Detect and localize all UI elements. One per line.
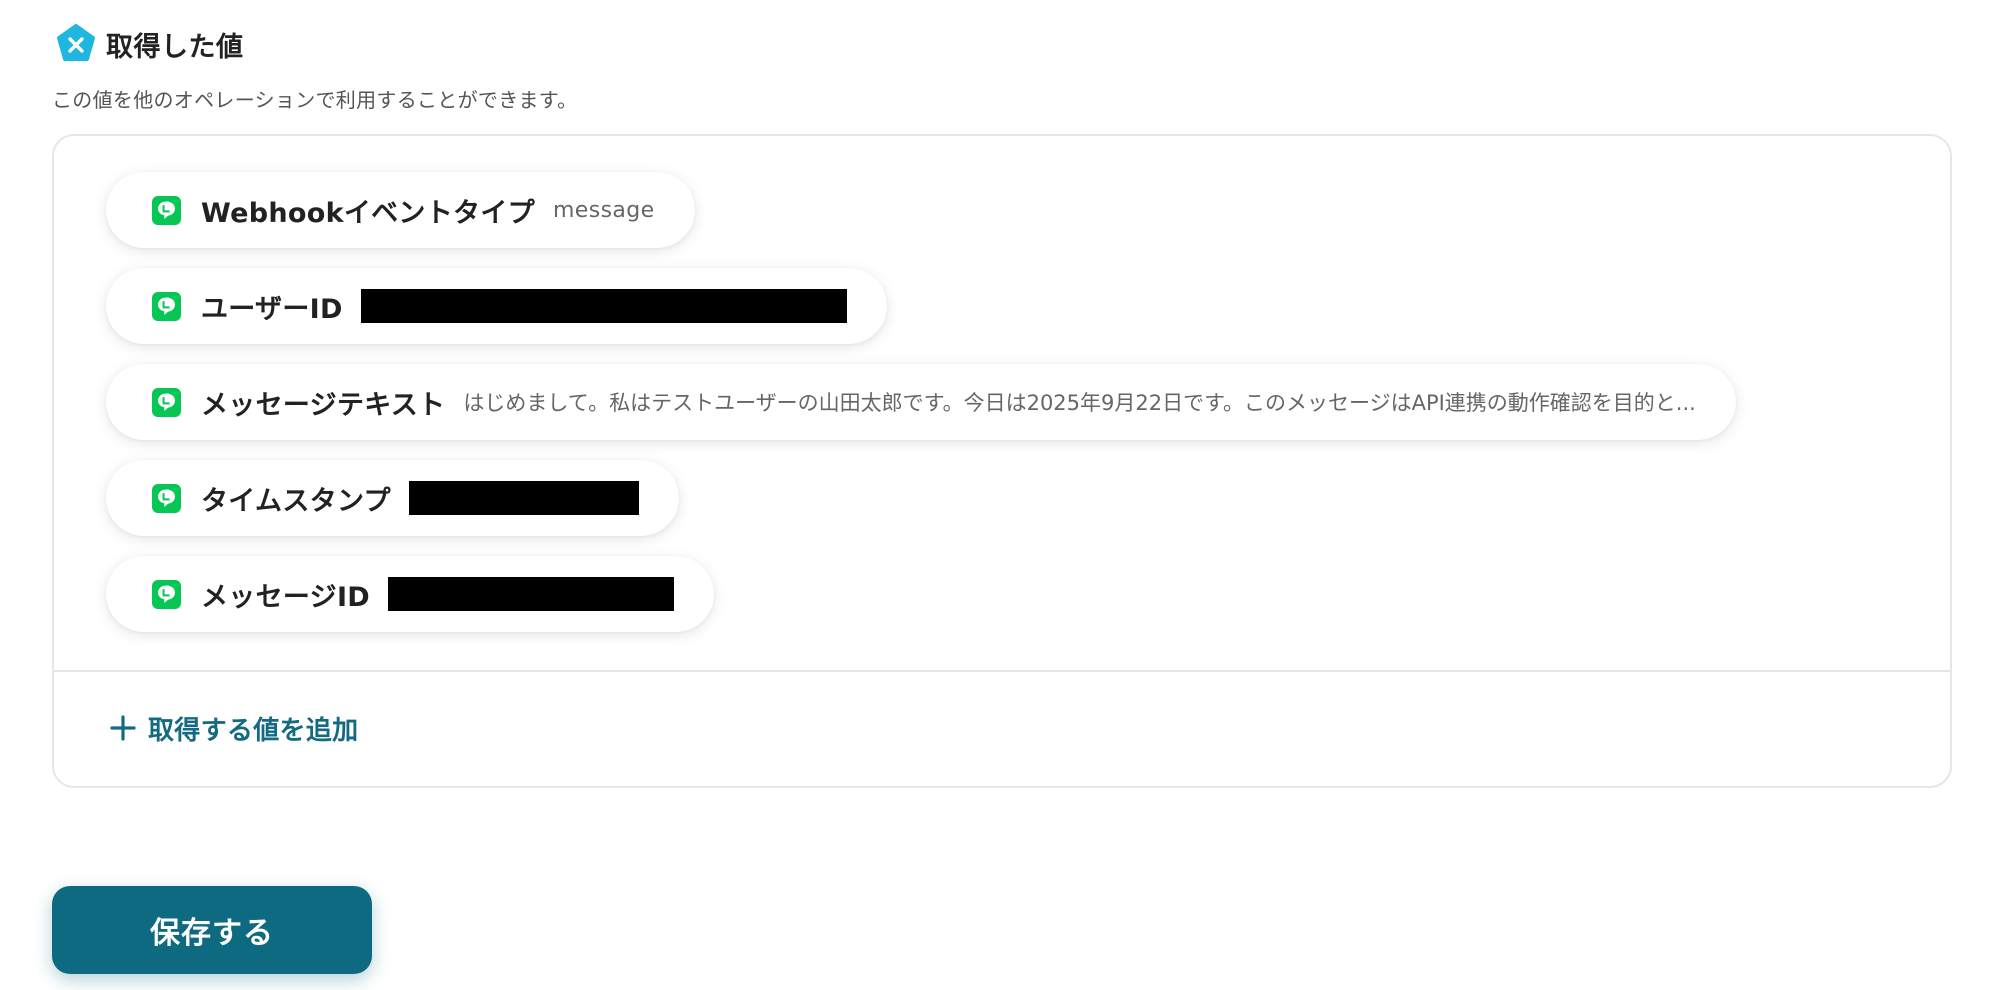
field-value: message [552,197,655,223]
value-chip-webhook-event-type[interactable]: Webhookイベントタイプ message [106,172,695,248]
section-description: この値を他のオペレーションで利用することができます。 [52,88,578,112]
value-chip-message-id[interactable]: メッセージID [106,556,715,632]
plus-icon [110,715,136,741]
add-value-button[interactable]: 取得する値を追加 [110,706,358,750]
line-app-icon [152,387,181,417]
section-title: 取得した値 [106,31,244,63]
line-app-icon [152,291,181,321]
field-label: タイムスタンプ [201,485,391,517]
field-value: はじめまして。私はテストユーザーの山田太郎です。今日は2025年9月22日です。… [463,391,1696,415]
field-label: メッセージテキスト [201,389,446,421]
field-label: メッセージID [201,581,371,613]
field-label: Webhookイベントタイプ [201,197,535,229]
line-app-icon [152,483,181,513]
redacted-value [408,481,639,515]
redacted-value [360,289,847,323]
value-chip-message-text[interactable]: メッセージテキスト はじめまして。私はテストユーザーの山田太郎です。今日は202… [106,364,1736,440]
values-list: Webhookイベントタイプ message ユーザーID メッセージテキスト … [54,136,1950,670]
line-app-icon [152,579,181,609]
save-button[interactable]: 保存する [52,886,372,974]
line-app-icon [152,195,181,225]
variable-x-icon [57,24,95,61]
section-header: 取得した値 [56,22,244,66]
add-value-label: 取得する値を追加 [148,715,359,746]
field-label: ユーザーID [201,293,343,325]
acquired-values-panel: Webhookイベントタイプ message ユーザーID メッセージテキスト … [52,134,1952,788]
panel-divider [54,670,1950,672]
value-chip-timestamp[interactable]: タイムスタンプ [106,460,679,536]
redacted-value [388,577,675,611]
value-chip-user-id[interactable]: ユーザーID [106,268,887,344]
